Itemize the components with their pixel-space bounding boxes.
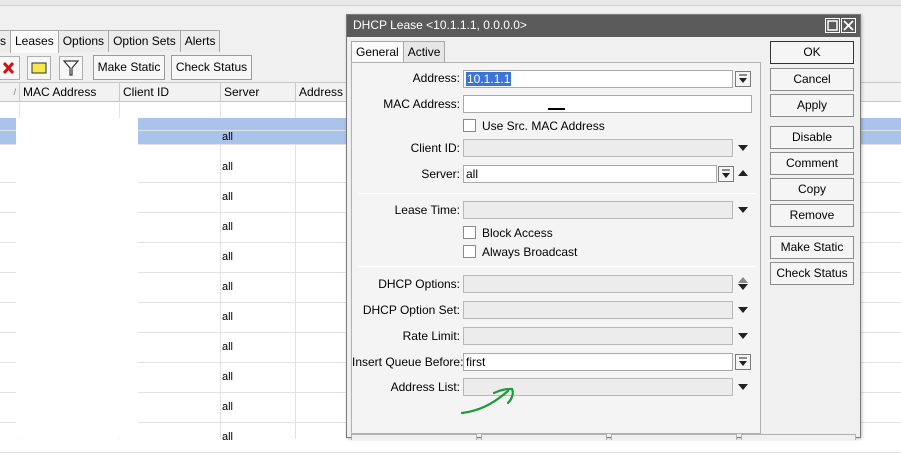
row-server: all: [222, 221, 234, 233]
sort-column-header[interactable]: /: [0, 83, 19, 102]
tab-leases[interactable]: Leases: [10, 30, 59, 53]
block-access-label: Block Access: [482, 226, 553, 240]
use-src-mac-label: Use Src. MAC Address: [482, 119, 605, 133]
remove-button[interactable]: [0, 56, 20, 80]
dropdown-arrow-icon: [739, 357, 747, 366]
lease-time-field[interactable]: [463, 201, 733, 219]
server-tabs: s Leases Options Option Sets Alerts: [0, 30, 221, 53]
cancel-button[interactable]: Cancel: [770, 68, 854, 91]
dhcp-options-label: DHCP Options:: [378, 277, 460, 291]
client-id-label: Client ID:: [410, 141, 460, 155]
general-panel: Address: 10.1.1.1 MAC Address: Use Src. …: [351, 62, 761, 434]
rate-limit-expand-icon[interactable]: [738, 333, 748, 339]
mac-address-field[interactable]: [463, 95, 752, 113]
annotation-arrow-icon: [460, 387, 514, 415]
always-broadcast-label: Always Broadcast: [482, 245, 578, 259]
address-list-expand-icon[interactable]: [738, 384, 748, 390]
server-dropdown-button[interactable]: [718, 166, 734, 182]
separator: [358, 193, 756, 194]
comment-button[interactable]: Comment: [770, 152, 854, 175]
client-id-column-header[interactable]: Client ID: [119, 83, 220, 102]
disable-button[interactable]: Disable: [770, 126, 854, 149]
separator: [358, 266, 756, 267]
rate-limit-field[interactable]: [463, 327, 733, 345]
check-status-button[interactable]: Check Status: [770, 262, 854, 285]
server-label: Server:: [421, 167, 460, 181]
rate-limit-label: Rate Limit:: [402, 329, 460, 343]
client-id-field[interactable]: [463, 139, 733, 157]
dhcp-lease-dialog: DHCP Lease <10.1.1.1, 0.0.0.0> General A…: [346, 14, 861, 440]
dialog-title-bar[interactable]: DHCP Lease <10.1.1.1, 0.0.0.0>: [347, 15, 860, 37]
dhcp-option-set-label: DHCP Option Set:: [362, 303, 460, 317]
server-field[interactable]: all: [463, 165, 717, 183]
address-dropdown-button[interactable]: [735, 71, 751, 87]
make-static-button[interactable]: Make Static: [93, 55, 165, 80]
check-status-button[interactable]: Check Status: [171, 55, 252, 80]
tab-active[interactable]: Active: [402, 41, 446, 62]
comment-button[interactable]: [27, 56, 51, 80]
dialog-title: DHCP Lease <10.1.1.1, 0.0.0.0>: [353, 18, 527, 32]
address-field[interactable]: 10.1.1.1: [463, 70, 733, 88]
restore-button[interactable]: [825, 18, 840, 33]
row-server: all: [222, 191, 234, 203]
lease-time-label: Lease Time:: [394, 203, 460, 217]
tab-alerts[interactable]: Alerts: [179, 30, 221, 52]
dialog-tabs: General Active: [351, 41, 446, 64]
x-icon: [2, 61, 15, 75]
insert-queue-before-label: Insert Queue Before:: [352, 355, 464, 369]
row-server: all: [222, 281, 234, 293]
apply-button[interactable]: Apply: [770, 94, 854, 117]
row-server: all: [222, 251, 234, 263]
address-list-label: Address List:: [390, 380, 460, 394]
filter-button[interactable]: [59, 56, 83, 80]
insert-queue-dropdown-button[interactable]: [735, 354, 751, 370]
server-collapse-icon[interactable]: [738, 170, 748, 176]
copy-button[interactable]: Copy: [770, 178, 854, 201]
remove-button[interactable]: Remove: [770, 204, 854, 227]
server-column-header[interactable]: Server: [220, 83, 295, 102]
tab-general[interactable]: General: [351, 41, 404, 64]
restore-icon: [827, 20, 838, 31]
insert-queue-before-field[interactable]: first: [463, 353, 733, 371]
redaction-mark: [548, 108, 565, 110]
row-server: all: [222, 131, 234, 143]
dhcp-options-down-icon[interactable]: [738, 284, 748, 290]
row-server: all: [222, 371, 234, 383]
dhcp-options-field[interactable]: [463, 275, 733, 293]
row-server: all: [222, 161, 234, 173]
ok-button[interactable]: OK: [770, 41, 854, 64]
use-src-mac-checkbox[interactable]: [463, 119, 476, 132]
filter-icon: [62, 60, 80, 76]
dropdown-arrow-icon: [722, 169, 730, 178]
tab-option-sets[interactable]: Option Sets: [108, 30, 181, 52]
window-top-edge: [0, 0, 901, 6]
tab-options[interactable]: Options: [57, 30, 110, 52]
dropdown-arrow-icon: [739, 74, 747, 83]
always-broadcast-checkbox[interactable]: [463, 245, 476, 258]
row-server: all: [222, 311, 234, 323]
dhcp-option-set-expand-icon[interactable]: [738, 307, 748, 313]
mac-address-label: MAC Address:: [383, 97, 460, 111]
row-server: all: [222, 341, 234, 353]
status-cell: [481, 434, 607, 440]
row-server: all: [222, 431, 234, 443]
row-server: all: [222, 401, 234, 413]
status-cell: [351, 434, 477, 440]
mac-address-column-header[interactable]: MAC Address: [19, 83, 119, 102]
status-cell: [741, 434, 856, 440]
status-cell: [611, 434, 737, 440]
block-access-checkbox[interactable]: [463, 226, 476, 239]
note-icon: [31, 62, 47, 74]
make-static-button[interactable]: Make Static: [770, 236, 854, 259]
lease-time-expand-icon[interactable]: [738, 207, 748, 213]
dhcp-option-set-field[interactable]: [463, 301, 733, 319]
redacted-area: [16, 118, 138, 438]
address-value: 10.1.1.1: [466, 72, 512, 86]
close-button[interactable]: [841, 18, 856, 33]
address-label: Address:: [412, 71, 460, 85]
client-id-expand-icon[interactable]: [738, 145, 748, 151]
dhcp-options-up-icon[interactable]: [738, 277, 748, 283]
close-icon: [843, 20, 854, 31]
